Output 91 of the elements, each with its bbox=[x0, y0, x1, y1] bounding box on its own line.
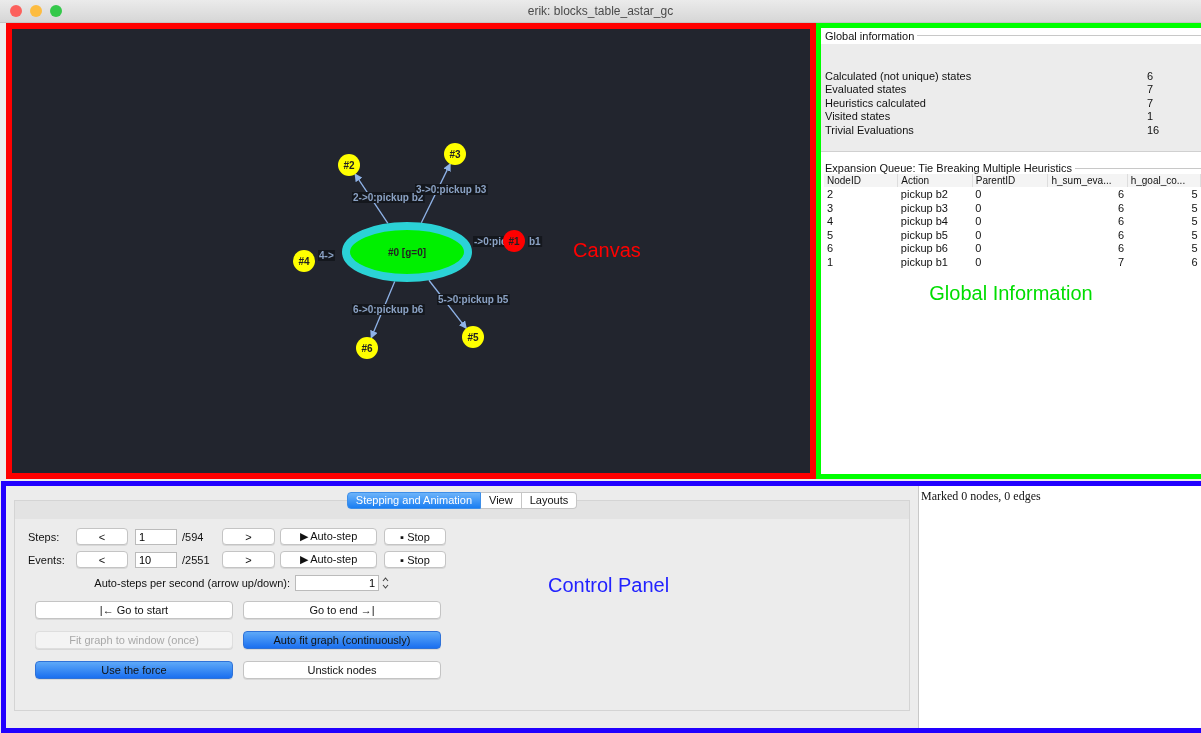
table-cell-text: 6 bbox=[1117, 227, 1126, 242]
action-button[interactable]: Use the force bbox=[35, 660, 233, 679]
table-cell-text: 0 bbox=[974, 241, 983, 255]
total-count: /2551 bbox=[181, 553, 211, 566]
root-node: #0 [g=0] bbox=[342, 221, 472, 282]
next-button[interactable]: > bbox=[222, 528, 275, 546]
table-cell: 0 bbox=[972, 187, 1048, 201]
stat-value: 16 bbox=[1147, 123, 1160, 138]
column-header[interactable]: ParentID bbox=[972, 174, 1048, 188]
auto-step-button[interactable]: ▶ Auto-step bbox=[280, 528, 377, 546]
stat-value: 7 bbox=[1147, 83, 1154, 97]
table-cell-text: 5 bbox=[1190, 200, 1199, 215]
table-cell-text: 6 bbox=[1117, 200, 1126, 215]
table-cell-text: 6 bbox=[1117, 214, 1126, 228]
table-cell-text: 5 bbox=[1190, 227, 1199, 242]
stat-value: 6 bbox=[1147, 69, 1154, 84]
marked-text: Marked 0 nodes, 0 edges bbox=[921, 488, 1041, 503]
edge-label: 3->0:pickup b3 bbox=[415, 183, 488, 195]
tab[interactable]: View bbox=[481, 491, 522, 509]
next-button[interactable]: > bbox=[222, 551, 275, 569]
group-title: Expansion Queue: Tie Breaking Multiple Heuristics bbox=[824, 162, 1073, 175]
zoom-icon[interactable] bbox=[50, 4, 62, 17]
table-cell-text: 4 bbox=[826, 214, 835, 228]
annotation-label: Global Information bbox=[929, 282, 1093, 306]
total-count: /594 bbox=[181, 530, 205, 543]
graph-node: #6 bbox=[356, 336, 378, 359]
group-title: Global information bbox=[824, 29, 916, 42]
table-cell-text: 3 bbox=[826, 200, 835, 215]
edge-label: 4-> bbox=[318, 249, 335, 261]
stat-label: Calculated (not unique) states bbox=[825, 69, 973, 84]
table-cell-text: pickup b6 bbox=[899, 241, 949, 255]
stat-label: Trivial Evaluations bbox=[825, 123, 915, 138]
spinner-field[interactable]: 1 bbox=[295, 574, 379, 591]
stat-value: 1 bbox=[1147, 110, 1154, 124]
annotation-label: Control Panel bbox=[548, 573, 670, 598]
table-cell-text: 6 bbox=[1190, 254, 1199, 269]
table-cell-text: pickup b5 bbox=[899, 227, 949, 242]
close-icon[interactable] bbox=[10, 4, 22, 17]
table-cell: pickup b2 bbox=[897, 187, 973, 201]
stat-label: Heuristics calculated bbox=[825, 96, 927, 111]
window-title: erik: blocks_table_astar_gc bbox=[527, 3, 674, 18]
graph-node: #1 bbox=[503, 229, 525, 252]
column-header[interactable]: h_goal_co... bbox=[1127, 174, 1201, 188]
tab[interactable]: Layouts bbox=[521, 491, 578, 509]
edge-label: b1 bbox=[528, 235, 543, 247]
edge-label: 6->0:pickup b6 bbox=[352, 303, 425, 315]
table-cell-text: pickup b4 bbox=[899, 214, 949, 228]
minimize-icon[interactable] bbox=[30, 4, 42, 17]
field-label: Auto-steps per second (arrow up/down): bbox=[94, 576, 290, 589]
table-cell-text: 5 bbox=[1190, 241, 1199, 255]
stat-label: Visited states bbox=[825, 110, 892, 124]
table-cell-text: 6 bbox=[826, 241, 835, 255]
table-cell-text: 5 bbox=[1190, 214, 1199, 228]
action-button[interactable]: Auto fit graph (continuously) bbox=[243, 630, 441, 649]
table-cell: 6 bbox=[1047, 187, 1128, 201]
column-header[interactable]: Action bbox=[897, 174, 973, 188]
graph-node: #5 bbox=[462, 325, 484, 348]
spinner-arrows-icon[interactable] bbox=[381, 574, 390, 591]
stop-button[interactable]: ▪ Stop bbox=[384, 551, 446, 569]
auto-step-button[interactable]: ▶ Auto-step bbox=[280, 551, 377, 569]
table-cell-text: 5 bbox=[826, 227, 835, 242]
input-field[interactable]: 10 bbox=[135, 551, 177, 568]
table-cell: 2 bbox=[824, 187, 898, 201]
table-cell-text: pickup b1 bbox=[899, 254, 949, 269]
column-header[interactable]: h_sum_eva... bbox=[1047, 174, 1128, 188]
stat-label: Evaluated states bbox=[825, 83, 908, 97]
table-cell-text: 1 bbox=[826, 254, 835, 269]
table-cell-text: 0 bbox=[974, 200, 983, 215]
annotation-label: Canvas bbox=[573, 238, 641, 262]
table-cell: 5 bbox=[1127, 187, 1201, 201]
graph-node: #2 bbox=[338, 153, 360, 176]
stop-button[interactable]: ▪ Stop bbox=[384, 528, 446, 546]
stat-value: 7 bbox=[1147, 96, 1154, 111]
edge-label: 5->0:pickup b5 bbox=[437, 293, 510, 305]
previous-button[interactable]: < bbox=[76, 551, 128, 569]
previous-button[interactable]: < bbox=[76, 528, 128, 546]
action-button[interactable]: |← Go to start bbox=[35, 600, 233, 619]
action-button[interactable]: Unstick nodes bbox=[243, 660, 441, 679]
action-button[interactable]: Go to end →| bbox=[243, 600, 441, 619]
input-field[interactable]: 1 bbox=[135, 528, 177, 545]
column-header[interactable]: NodeID bbox=[824, 174, 898, 188]
table-cell-text: 0 bbox=[974, 214, 983, 228]
table-cell-text: 0 bbox=[974, 254, 983, 269]
table-cell-text: 0 bbox=[974, 227, 983, 242]
graph-node: #4 bbox=[293, 249, 315, 272]
graph-node: #3 bbox=[444, 142, 466, 165]
table-cell-text: 7 bbox=[1117, 254, 1126, 269]
table-cell-text: 6 bbox=[1117, 241, 1126, 255]
table-cell-text: pickup b3 bbox=[899, 200, 949, 215]
field-label: Events: bbox=[28, 553, 66, 566]
field-label: Steps: bbox=[28, 530, 61, 543]
